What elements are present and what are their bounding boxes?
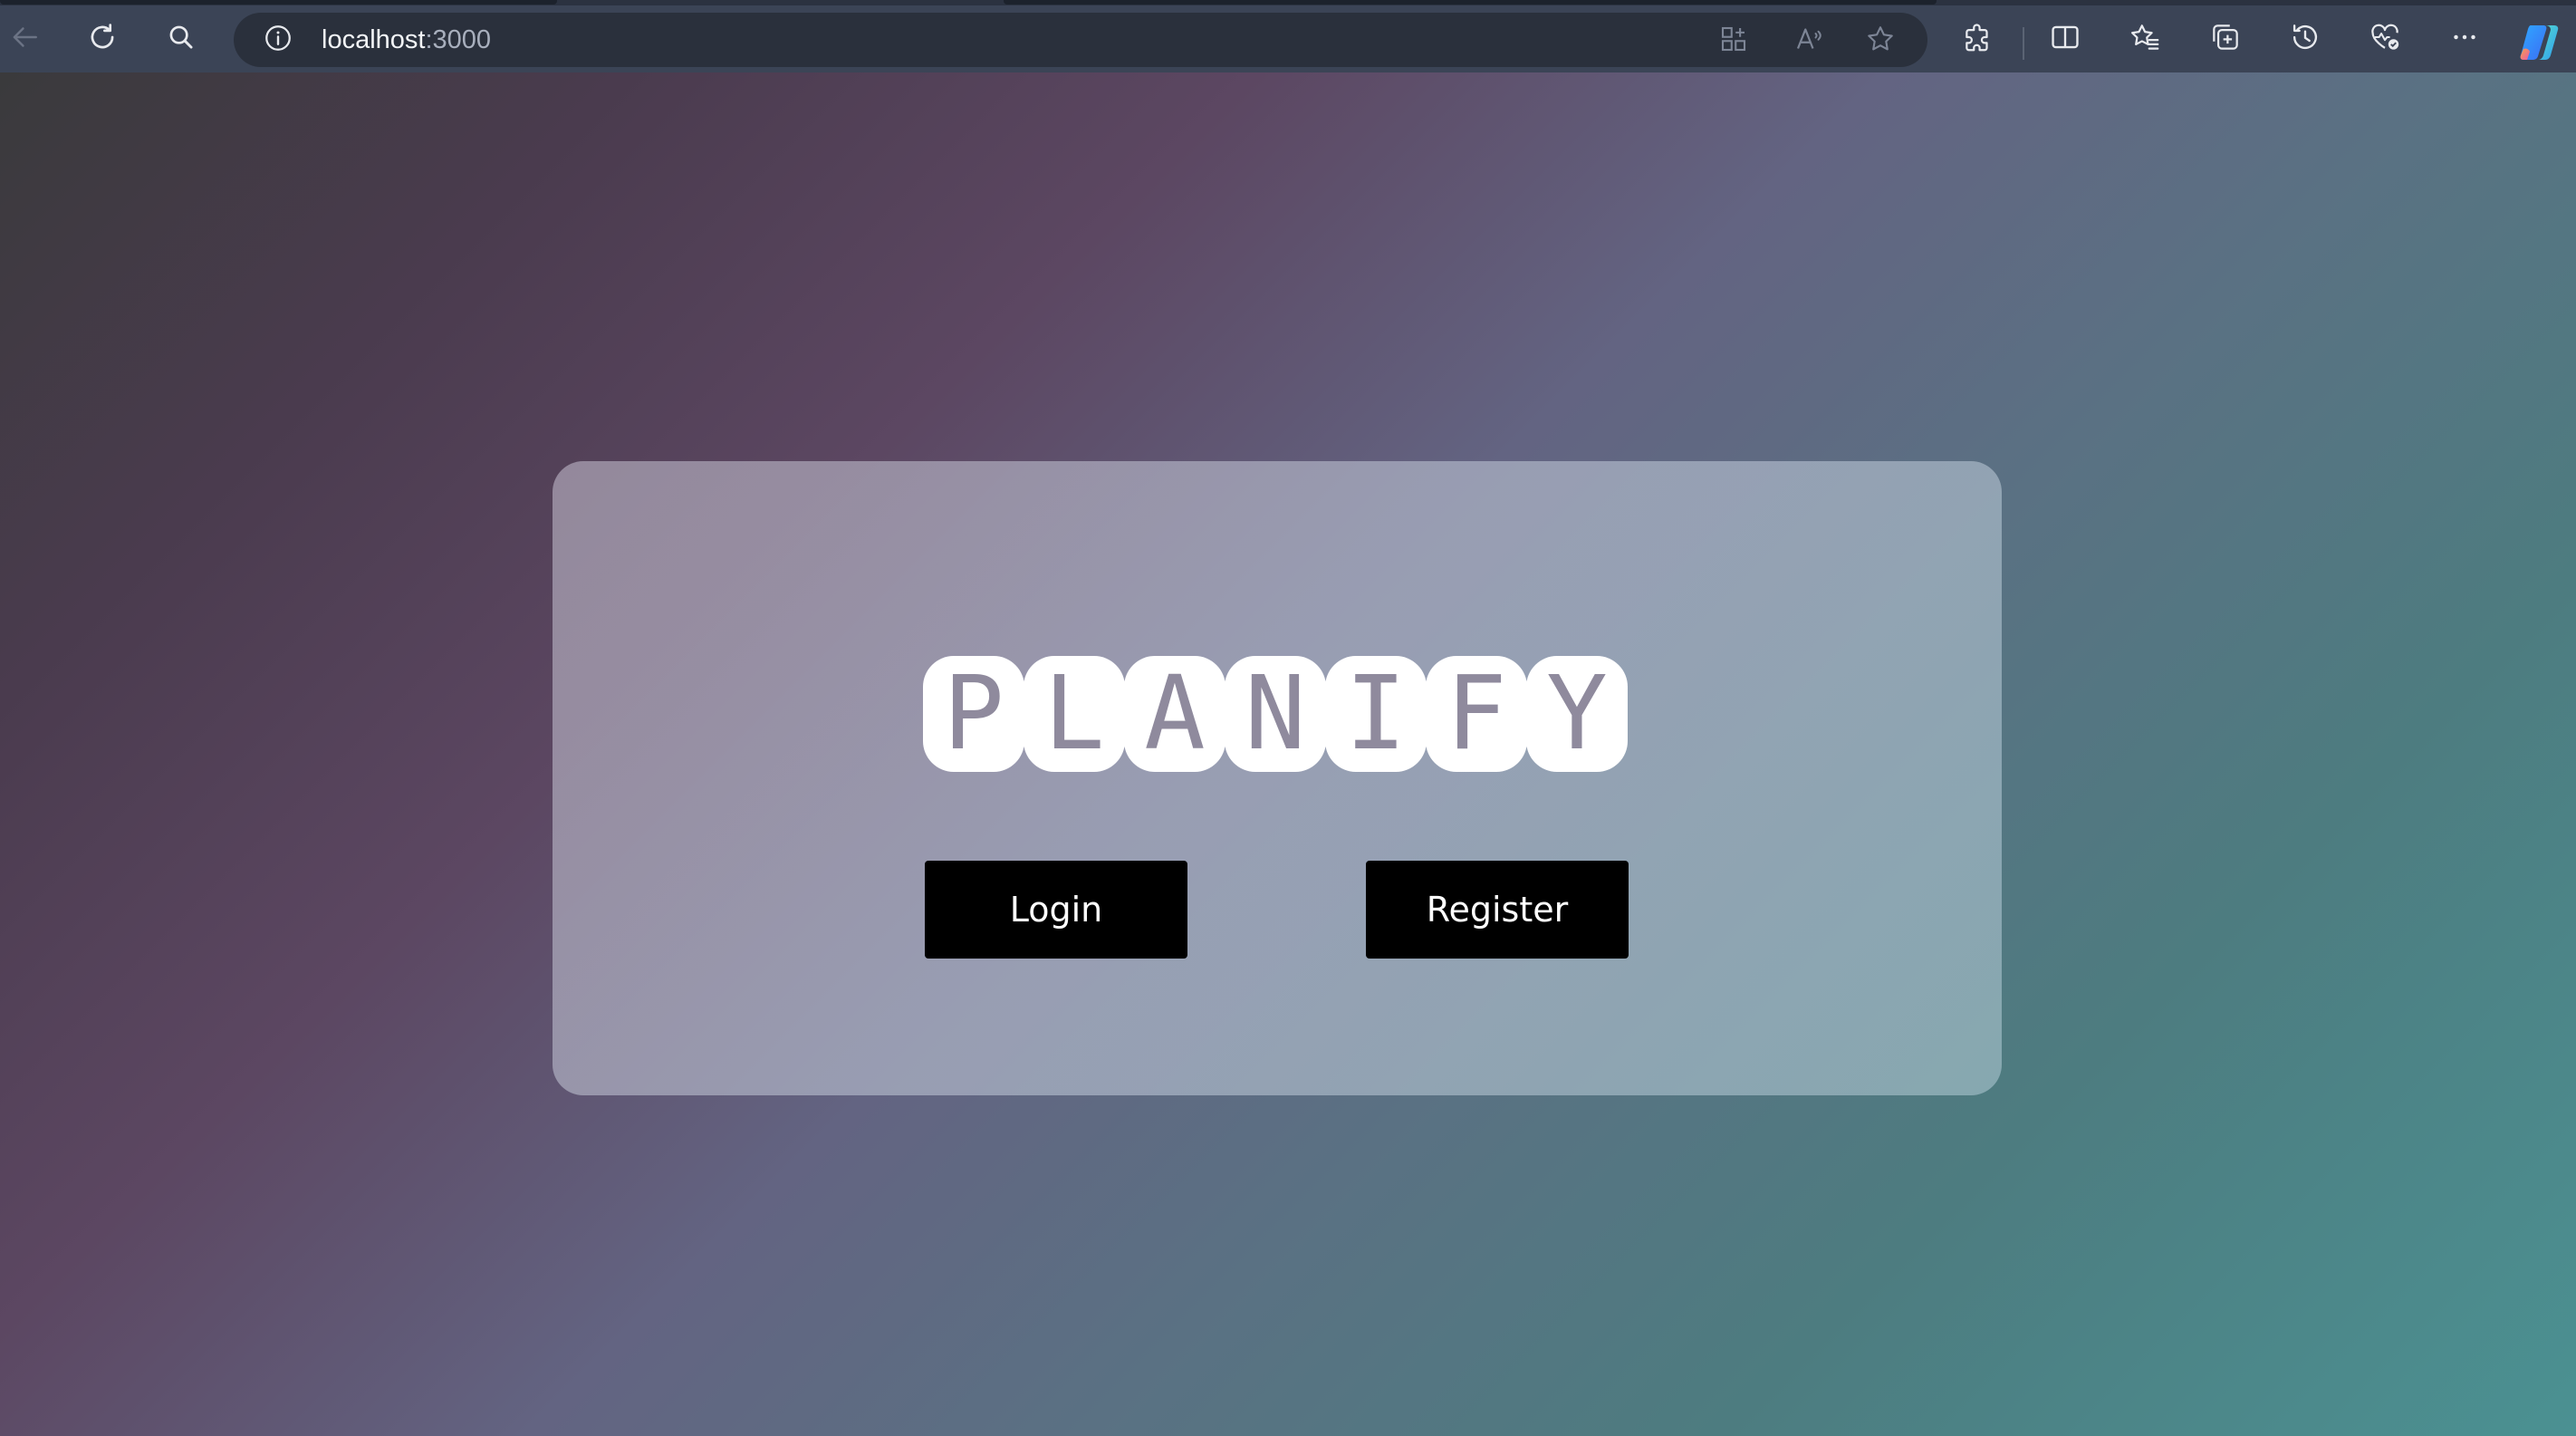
logo-tile: N — [1225, 656, 1326, 772]
copilot-button[interactable] — [2518, 22, 2563, 63]
collections-icon — [2208, 20, 2243, 58]
url-host: localhost — [322, 25, 426, 54]
site-info-button[interactable] — [261, 23, 295, 57]
extensions-button[interactable] — [1954, 14, 2003, 63]
browser-toolbar: localhost:3000 — [0, 5, 2576, 72]
logo-tile: Y — [1526, 656, 1628, 772]
logo-tile: F — [1426, 656, 1527, 772]
search-button[interactable] — [157, 14, 206, 63]
site-info-icon — [262, 22, 294, 58]
logo-letter: Y — [1546, 655, 1608, 773]
favorite-star-icon — [1864, 23, 1897, 59]
back-button[interactable] — [0, 14, 49, 63]
more-options-button[interactable] — [2440, 14, 2489, 63]
address-bar[interactable]: localhost:3000 — [234, 13, 1927, 67]
app-available-button[interactable] — [1716, 23, 1752, 59]
logo-tile: A — [1124, 656, 1226, 772]
page-viewport: P L A N I F Y Login Register — [0, 72, 2576, 1436]
logo-tile: L — [1024, 656, 1125, 772]
logo-letter: N — [1245, 655, 1306, 773]
login-button[interactable]: Login — [925, 861, 1187, 959]
search-icon — [164, 20, 198, 58]
favorites-button[interactable] — [2120, 14, 2169, 63]
history-icon — [2288, 20, 2322, 58]
collections-button[interactable] — [2201, 14, 2250, 63]
read-aloud-icon — [1793, 23, 1825, 59]
planify-logo: P L A N I F Y — [923, 656, 1628, 774]
tab-edge[interactable] — [0, 0, 557, 5]
extensions-icon — [1961, 20, 1995, 58]
logo-letter: A — [1144, 655, 1206, 773]
more-options-icon — [2447, 20, 2482, 58]
toolbar-divider — [2023, 27, 2024, 60]
add-favorite-button[interactable] — [1862, 23, 1898, 59]
back-icon — [7, 20, 42, 58]
logo-letter: F — [1446, 655, 1507, 773]
browser-essentials-button[interactable] — [2360, 14, 2409, 63]
app-available-icon — [1717, 23, 1750, 59]
favorites-icon — [2128, 20, 2162, 58]
split-screen-icon — [2048, 20, 2082, 58]
refresh-icon — [85, 20, 120, 58]
read-aloud-button[interactable] — [1791, 23, 1827, 59]
tab-edge[interactable] — [1004, 0, 1937, 5]
welcome-card: P L A N I F Y Login Register — [553, 461, 2002, 1095]
logo-letter: P — [943, 655, 1004, 773]
logo-tile: I — [1325, 656, 1427, 772]
url-text[interactable]: localhost:3000 — [322, 13, 491, 67]
refresh-button[interactable] — [78, 14, 127, 63]
register-button[interactable]: Register — [1366, 861, 1629, 959]
copilot-icon — [2518, 25, 2563, 67]
browser-essentials-icon — [2368, 20, 2402, 58]
split-screen-button[interactable] — [2041, 14, 2090, 63]
logo-letter: I — [1345, 655, 1407, 773]
url-port: :3000 — [425, 25, 492, 54]
logo-tile: P — [923, 656, 1024, 772]
history-button[interactable] — [2281, 14, 2330, 63]
logo-letter: L — [1043, 655, 1105, 773]
